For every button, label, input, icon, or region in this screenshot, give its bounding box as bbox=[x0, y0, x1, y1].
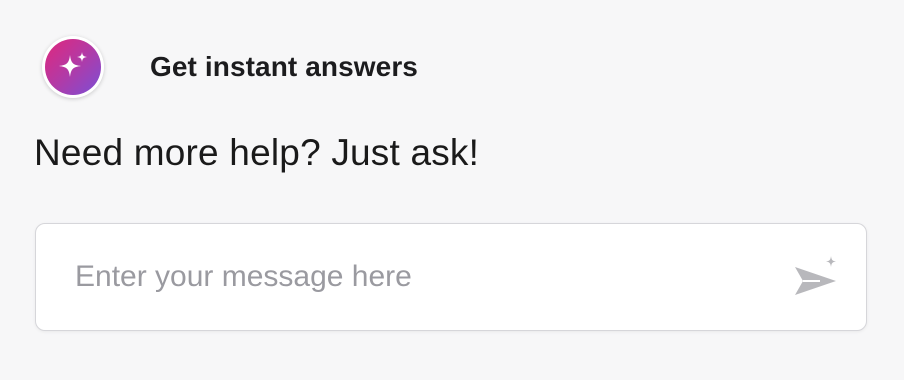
send-sparkle-icon bbox=[795, 256, 836, 295]
sparkle-icon bbox=[59, 52, 87, 77]
help-prompt: Need more help? Just ask! bbox=[34, 132, 480, 173]
header-title: Get instant answers bbox=[150, 51, 418, 82]
message-input[interactable] bbox=[75, 260, 755, 294]
widget-header: Get instant answers bbox=[42, 36, 418, 98]
send-button[interactable] bbox=[792, 254, 842, 304]
avatar-gradient bbox=[45, 39, 101, 95]
assistant-avatar bbox=[42, 36, 104, 98]
message-input-container[interactable] bbox=[35, 223, 867, 331]
ai-help-widget: Get instant answers Need more help? Just… bbox=[0, 0, 904, 380]
